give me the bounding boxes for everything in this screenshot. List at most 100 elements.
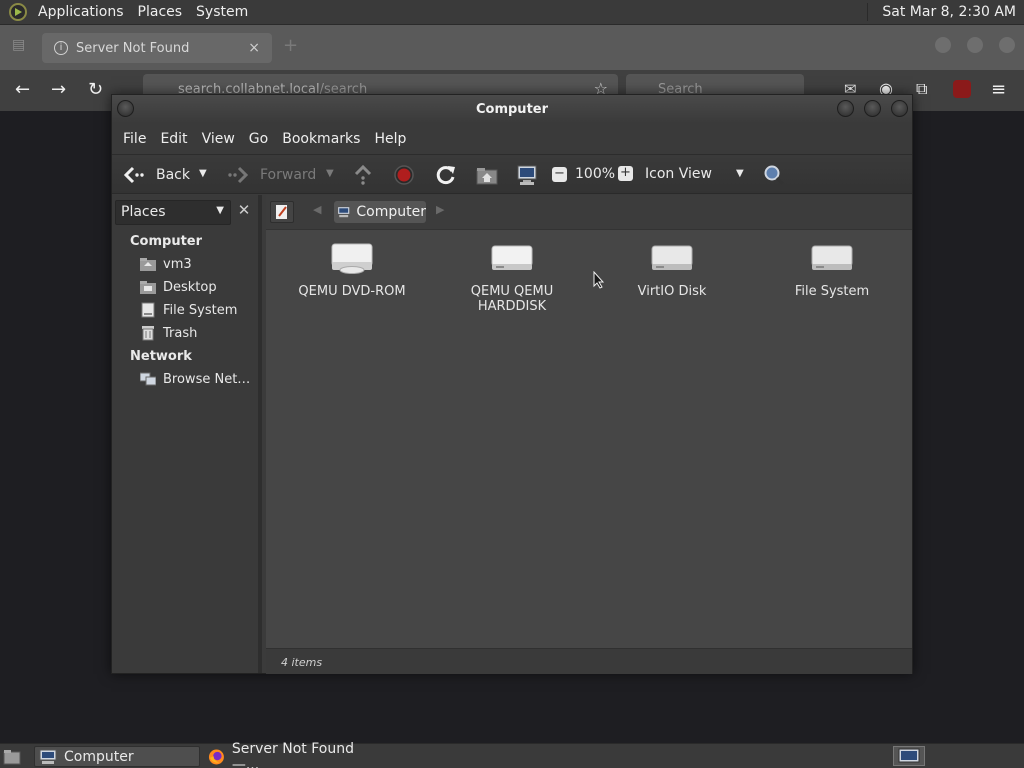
reload-button[interactable] bbox=[435, 164, 457, 186]
window-title: Computer bbox=[475, 101, 549, 117]
menu-bookmarks[interactable]: Bookmarks bbox=[275, 131, 367, 147]
sidebar-item-label: vm3 bbox=[163, 256, 192, 272]
window-min-icon[interactable] bbox=[935, 37, 951, 53]
tab-server-not-found[interactable]: i Server Not Found × bbox=[42, 33, 272, 63]
distro-logo-icon[interactable] bbox=[9, 3, 27, 21]
search-button[interactable] bbox=[763, 164, 785, 186]
computer-icon bbox=[39, 749, 57, 764]
task-label: Server Not Found —... bbox=[231, 740, 354, 768]
drive-item-virtio[interactable]: VirtIO Disk bbox=[602, 240, 742, 299]
workspace-switcher[interactable] bbox=[893, 746, 925, 766]
stop-icon bbox=[394, 165, 414, 185]
minimize-icon[interactable] bbox=[837, 100, 854, 117]
firefox-view-icon[interactable]: ▤ bbox=[12, 37, 25, 53]
home-folder-icon bbox=[140, 258, 156, 271]
drive-label: QEMU DVD-ROM bbox=[298, 284, 406, 299]
reload-icon[interactable]: ↻ bbox=[88, 79, 103, 100]
drive-item-file-system[interactable]: File System bbox=[762, 240, 902, 299]
forward-label: Forward bbox=[260, 167, 317, 183]
menubar: File Edit View Go Bookmarks Help bbox=[112, 123, 912, 154]
back-button[interactable]: Back bbox=[122, 165, 190, 185]
applications-menu[interactable]: Applications bbox=[31, 4, 131, 20]
computer-button[interactable] bbox=[516, 164, 538, 186]
extensions-icon[interactable]: ⧉ bbox=[916, 79, 927, 99]
file-manager-window: Computer File Edit View Go Bookmarks Hel… bbox=[111, 94, 913, 674]
window-titlebar[interactable]: Computer bbox=[112, 95, 912, 123]
reload-icon bbox=[436, 166, 455, 185]
window-menu-icon[interactable] bbox=[117, 100, 134, 117]
path-button-label: Computer bbox=[356, 204, 426, 220]
view-mode-select[interactable]: Icon View bbox=[645, 166, 712, 182]
drive-label: QEMU QEMU HARDDISK bbox=[470, 284, 554, 314]
edit-pencil-icon bbox=[276, 205, 287, 219]
stop-button[interactable] bbox=[394, 165, 414, 185]
up-button[interactable] bbox=[353, 164, 373, 186]
computer-icon bbox=[517, 165, 537, 185]
back-arrow-icon[interactable]: ← bbox=[15, 79, 30, 100]
optical-drive-icon bbox=[331, 243, 373, 274]
back-label: Back bbox=[156, 167, 190, 183]
tab-title: Server Not Found bbox=[76, 40, 190, 56]
sidebar-item-label: File System bbox=[163, 302, 238, 318]
menu-view[interactable]: View bbox=[195, 131, 242, 147]
path-scroll-left-icon[interactable]: ◀ bbox=[313, 203, 321, 216]
network-icon bbox=[140, 372, 156, 386]
harddisk-icon bbox=[491, 245, 533, 270]
menu-file[interactable]: File bbox=[116, 131, 153, 147]
chevron-down-icon: ▼ bbox=[216, 205, 224, 216]
new-tab-icon[interactable]: + bbox=[283, 35, 298, 56]
forward-button[interactable]: Forward bbox=[226, 165, 316, 185]
maximize-icon[interactable] bbox=[864, 100, 881, 117]
task-label: Computer bbox=[64, 748, 134, 765]
sidebar-heading-network: Network bbox=[130, 349, 192, 364]
sidebar-item-label: Trash bbox=[163, 325, 198, 341]
back-history-dropdown[interactable]: ▼ bbox=[199, 168, 207, 179]
sidebar-item-desktop[interactable]: Desktop bbox=[140, 279, 217, 295]
forward-history-dropdown[interactable]: ▼ bbox=[326, 168, 334, 179]
sidebar-item-file-system[interactable]: File System bbox=[140, 302, 237, 318]
firefox-tabbar: ▤ i Server Not Found × + bbox=[0, 25, 1024, 70]
path-button-computer[interactable]: Computer bbox=[334, 201, 426, 223]
computer-icon bbox=[337, 206, 351, 218]
ublock-icon[interactable] bbox=[953, 80, 971, 98]
sidebar-item-trash[interactable]: Trash bbox=[140, 325, 197, 341]
drive-label: VirtIO Disk bbox=[637, 284, 707, 299]
home-button[interactable] bbox=[476, 165, 498, 185]
sidebar-item-browse-network[interactable]: Browse Net… bbox=[140, 371, 250, 387]
tab-close-icon[interactable]: × bbox=[248, 40, 260, 56]
drive-item-dvd[interactable]: QEMU DVD-ROM bbox=[282, 240, 422, 299]
clock[interactable]: Sat Mar 8, 2:30 AM bbox=[868, 4, 1020, 20]
close-icon[interactable] bbox=[891, 100, 908, 117]
task-firefox[interactable]: Server Not Found —... bbox=[206, 741, 376, 768]
task-computer[interactable]: Computer bbox=[34, 746, 200, 767]
status-bar: 4 items bbox=[266, 648, 912, 674]
places-menu[interactable]: Places bbox=[131, 4, 190, 20]
sidebar-item-vm3[interactable]: vm3 bbox=[140, 256, 192, 272]
system-menu[interactable]: System bbox=[189, 4, 255, 20]
menu-edit[interactable]: Edit bbox=[153, 131, 194, 147]
path-scroll-right-icon[interactable]: ▶ bbox=[436, 203, 444, 216]
drive-label: File System bbox=[794, 284, 870, 299]
window-max-icon[interactable] bbox=[967, 37, 983, 53]
toggle-location-entry-button[interactable] bbox=[270, 201, 294, 223]
view-mode-dropdown[interactable]: ▼ bbox=[736, 168, 744, 179]
harddisk-icon bbox=[651, 245, 693, 270]
menu-go[interactable]: Go bbox=[242, 131, 275, 147]
drive-item-harddisk[interactable]: QEMU QEMU HARDDISK bbox=[442, 240, 582, 314]
zoom-out-button[interactable]: − bbox=[552, 167, 567, 182]
desktop-folder-icon bbox=[140, 281, 156, 294]
sidebar-mode-select[interactable]: Places ▼ bbox=[115, 200, 231, 225]
zoom-level[interactable]: 100% bbox=[575, 166, 615, 182]
sidebar-close-icon[interactable]: ✕ bbox=[234, 201, 254, 223]
menu-help[interactable]: Help bbox=[367, 131, 413, 147]
sidebar: Places ▼ ✕ Computer vm3 Desktop File Sys… bbox=[112, 195, 262, 673]
window-close-icon[interactable] bbox=[999, 37, 1015, 53]
show-desktop-button[interactable] bbox=[3, 746, 23, 767]
search-icon bbox=[764, 165, 785, 186]
file-view[interactable]: ◀ Computer ▶ QEMU DVD-ROM QEMU QEMU HARD… bbox=[266, 195, 912, 673]
info-icon: i bbox=[54, 41, 68, 55]
back-arrow-icon bbox=[123, 166, 144, 184]
hamburger-menu-icon[interactable]: ≡ bbox=[991, 79, 1006, 100]
forward-arrow-icon[interactable]: → bbox=[51, 79, 66, 100]
zoom-in-button[interactable]: + bbox=[618, 166, 633, 181]
